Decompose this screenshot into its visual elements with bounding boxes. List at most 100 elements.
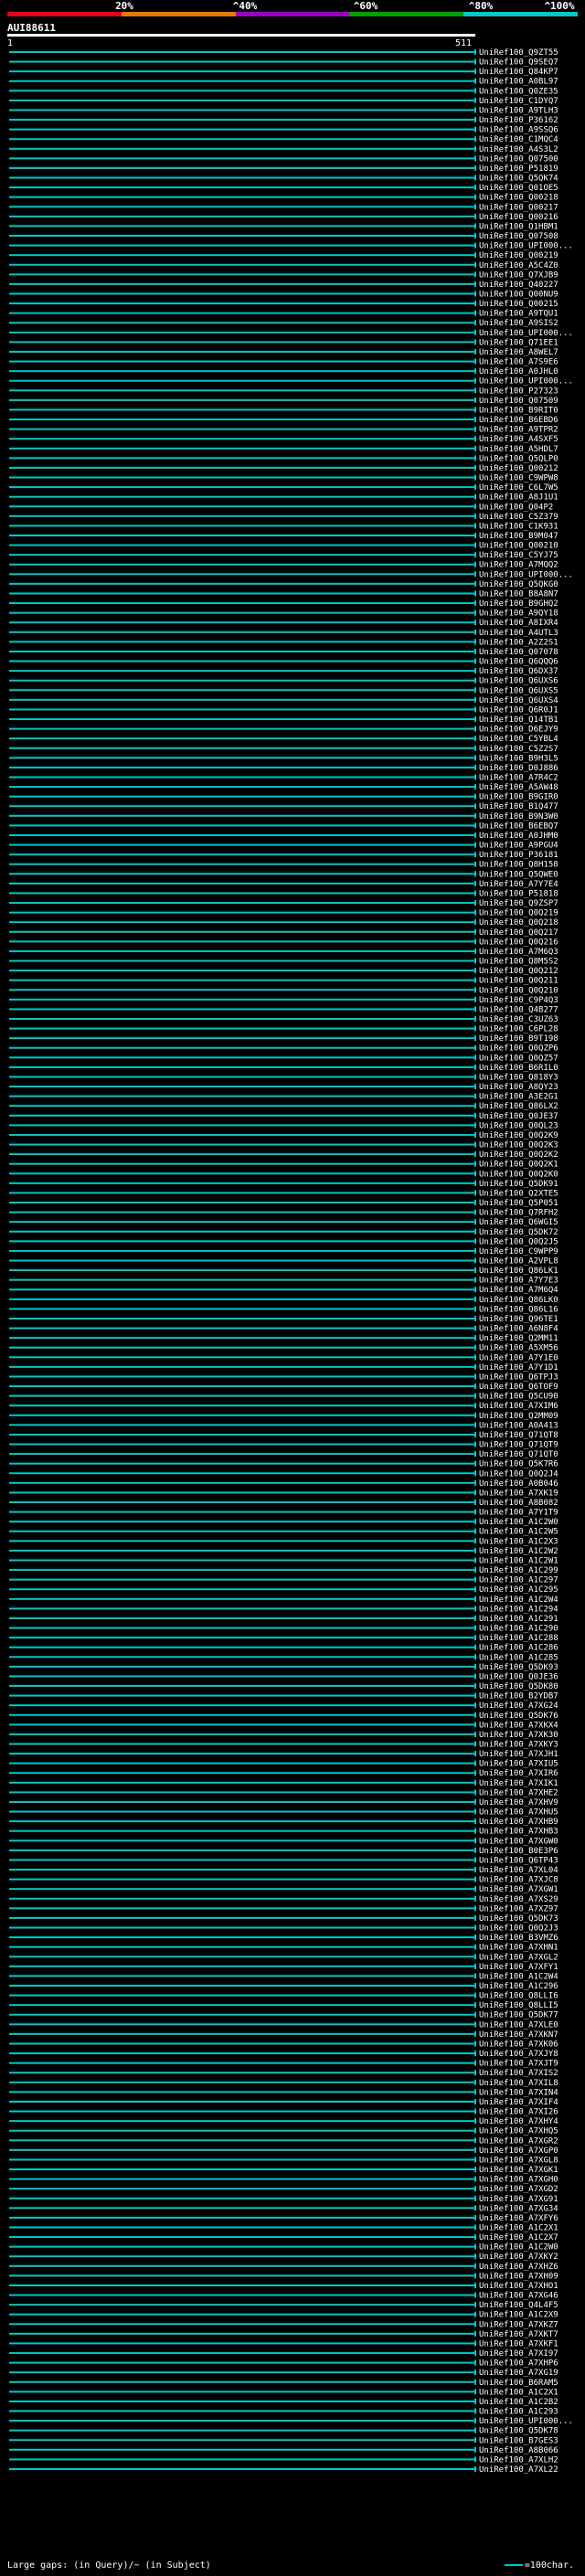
hit-bar[interactable] [9, 1627, 475, 1629]
hit-label[interactable]: UniRef100_A9QY18 [479, 610, 558, 619]
hit-bar[interactable] [9, 2380, 475, 2383]
hit-label[interactable]: UniRef100_A0A413 [479, 1421, 558, 1430]
hit-label[interactable]: UniRef100_A7XJH1 [479, 1750, 558, 1759]
hit-bar[interactable] [9, 51, 475, 53]
hit-bar[interactable] [9, 2100, 475, 2103]
hit-label[interactable]: UniRef100_A7XK30 [479, 1731, 558, 1740]
hit-bar[interactable] [9, 2168, 475, 2171]
hit-label[interactable]: UniRef100_A1C285 [479, 1653, 558, 1662]
hit-bar[interactable] [9, 1878, 475, 1881]
hit-bar[interactable] [9, 1095, 475, 1097]
hit-label[interactable]: UniRef100_B2YDB7 [479, 1692, 558, 1701]
hit-label[interactable]: UniRef100_A1C2W4 [479, 1972, 558, 1981]
hit-label[interactable]: UniRef100_Q5QLP0 [479, 454, 558, 463]
hit-bar[interactable] [9, 2371, 475, 2374]
hit-label[interactable]: UniRef100_Q40227 [479, 281, 558, 290]
hit-label[interactable]: UniRef100_A7XLH2 [479, 2455, 558, 2465]
hit-label[interactable]: UniRef100_A7XKX4 [479, 1721, 558, 1730]
hit-label[interactable]: UniRef100_Q86LX2 [479, 1102, 558, 1111]
hit-label[interactable]: UniRef100_Q07078 [479, 648, 558, 657]
hit-label[interactable]: UniRef100_Q5DK91 [479, 1180, 558, 1189]
hit-label[interactable]: UniRef100_UPI000... [479, 242, 573, 251]
hit-bar[interactable] [9, 408, 475, 411]
hit-label[interactable]: UniRef100_C1DYQ7 [479, 97, 558, 106]
hit-bar[interactable] [9, 554, 475, 557]
hit-bar[interactable] [9, 1298, 475, 1300]
hit-bar[interactable] [9, 1327, 475, 1330]
hit-bar[interactable] [9, 2216, 475, 2219]
hit-bar[interactable] [9, 1704, 475, 1707]
hit-label[interactable]: UniRef100_Q0Q2J3 [479, 1924, 558, 1934]
hit-bar[interactable] [9, 166, 475, 169]
hit-label[interactable]: UniRef100_A1C299 [479, 1566, 558, 1575]
hit-label[interactable]: UniRef100_A7XKT7 [479, 2330, 558, 2339]
hit-label[interactable]: UniRef100_B9M047 [479, 532, 558, 541]
hit-label[interactable]: UniRef100_A1C2B2 [479, 2398, 558, 2407]
hit-bar[interactable] [9, 1800, 475, 1803]
hit-bar[interactable] [9, 1172, 475, 1175]
hit-bar[interactable] [9, 1481, 475, 1484]
hit-bar[interactable] [9, 341, 475, 344]
hit-label[interactable]: UniRef100_D6EJY9 [479, 726, 558, 735]
hit-label[interactable]: UniRef100_Q0JE36 [479, 1672, 558, 1681]
hit-label[interactable]: UniRef100_Q5DK76 [479, 1712, 558, 1721]
hit-bar[interactable] [9, 1124, 475, 1127]
hit-bar[interactable] [9, 457, 475, 460]
hit-bar[interactable] [9, 1240, 475, 1243]
hit-label[interactable]: UniRef100_Q71EE1 [479, 338, 558, 347]
hit-bar[interactable] [9, 2323, 475, 2326]
hit-label[interactable]: UniRef100_Q8H158 [479, 861, 558, 870]
hit-label[interactable]: UniRef100_A7XIR6 [479, 1769, 558, 1778]
hit-bar[interactable] [9, 2013, 475, 2016]
hit-label[interactable]: UniRef100_Q6QQQ6 [479, 658, 558, 667]
hit-bar[interactable] [9, 1772, 475, 1775]
hit-bar[interactable] [9, 1288, 475, 1291]
hit-label[interactable]: UniRef100_Q2XTE5 [479, 1189, 558, 1198]
hit-label[interactable]: UniRef100_C1K931 [479, 522, 558, 531]
hit-label[interactable]: UniRef100_Q8LLI6 [479, 1992, 558, 2001]
hit-bar[interactable] [9, 1414, 475, 1416]
hit-label[interactable]: UniRef100_A7XGW1 [479, 1885, 558, 1894]
hit-label[interactable]: UniRef100_Q7RFH2 [479, 1209, 558, 1218]
hit-label[interactable]: UniRef100_A8IXR4 [479, 619, 558, 628]
hit-label[interactable]: UniRef100_A7XHB9 [479, 1818, 558, 1827]
hit-bar[interactable] [9, 998, 475, 1001]
hit-label[interactable]: UniRef100_Q0Q211 [479, 977, 558, 986]
hit-bar[interactable] [9, 1365, 475, 1368]
hit-label[interactable]: UniRef100_A4SXF5 [479, 435, 558, 444]
hit-label[interactable]: UniRef100_Q0Q219 [479, 909, 558, 918]
hit-bar[interactable] [9, 476, 475, 479]
hit-label[interactable]: UniRef100_Q6TPJ3 [479, 1373, 558, 1382]
hit-bar[interactable] [9, 138, 475, 141]
hit-label[interactable]: UniRef100_Q0Q218 [479, 918, 558, 928]
hit-label[interactable]: UniRef100_C5YJ75 [479, 551, 558, 560]
hit-label[interactable]: UniRef100_Q00218 [479, 194, 558, 203]
hit-bar[interactable] [9, 525, 475, 527]
hit-bar[interactable] [9, 1829, 475, 1832]
hit-bar[interactable] [9, 312, 475, 314]
hit-label[interactable]: UniRef100_A3E2G1 [479, 1093, 558, 1102]
hit-bar[interactable] [9, 1018, 475, 1020]
hit-label[interactable]: UniRef100_Q00219 [479, 251, 558, 260]
hit-label[interactable]: UniRef100_A7XGP0 [479, 2147, 558, 2156]
hit-bar[interactable] [9, 1569, 475, 1572]
hit-bar[interactable] [9, 2004, 475, 2007]
hit-bar[interactable] [9, 2042, 475, 2045]
hit-label[interactable]: UniRef100_Q4L4F5 [479, 2301, 558, 2310]
hit-bar[interactable] [9, 1356, 475, 1359]
hit-bar[interactable] [9, 90, 475, 92]
hit-bar[interactable] [9, 176, 475, 179]
hit-bar[interactable] [9, 2352, 475, 2355]
hit-bar[interactable] [9, 147, 475, 150]
hit-label[interactable]: UniRef100_A9TQU1 [479, 310, 558, 319]
hit-bar[interactable] [9, 853, 475, 856]
hit-label[interactable]: UniRef100_Q6R0J1 [479, 705, 558, 715]
hit-label[interactable]: UniRef100_Q0QZ57 [479, 1054, 558, 1063]
hit-label[interactable]: UniRef100_Q5P051 [479, 1199, 558, 1208]
hit-bar[interactable] [9, 1926, 475, 1929]
hit-label[interactable]: UniRef100_Q0JE37 [479, 1112, 558, 1121]
hit-bar[interactable] [9, 2245, 475, 2248]
hit-label[interactable]: UniRef100_P27323 [479, 387, 558, 396]
hit-bar[interactable] [9, 1394, 475, 1397]
hit-bar[interactable] [9, 970, 475, 972]
